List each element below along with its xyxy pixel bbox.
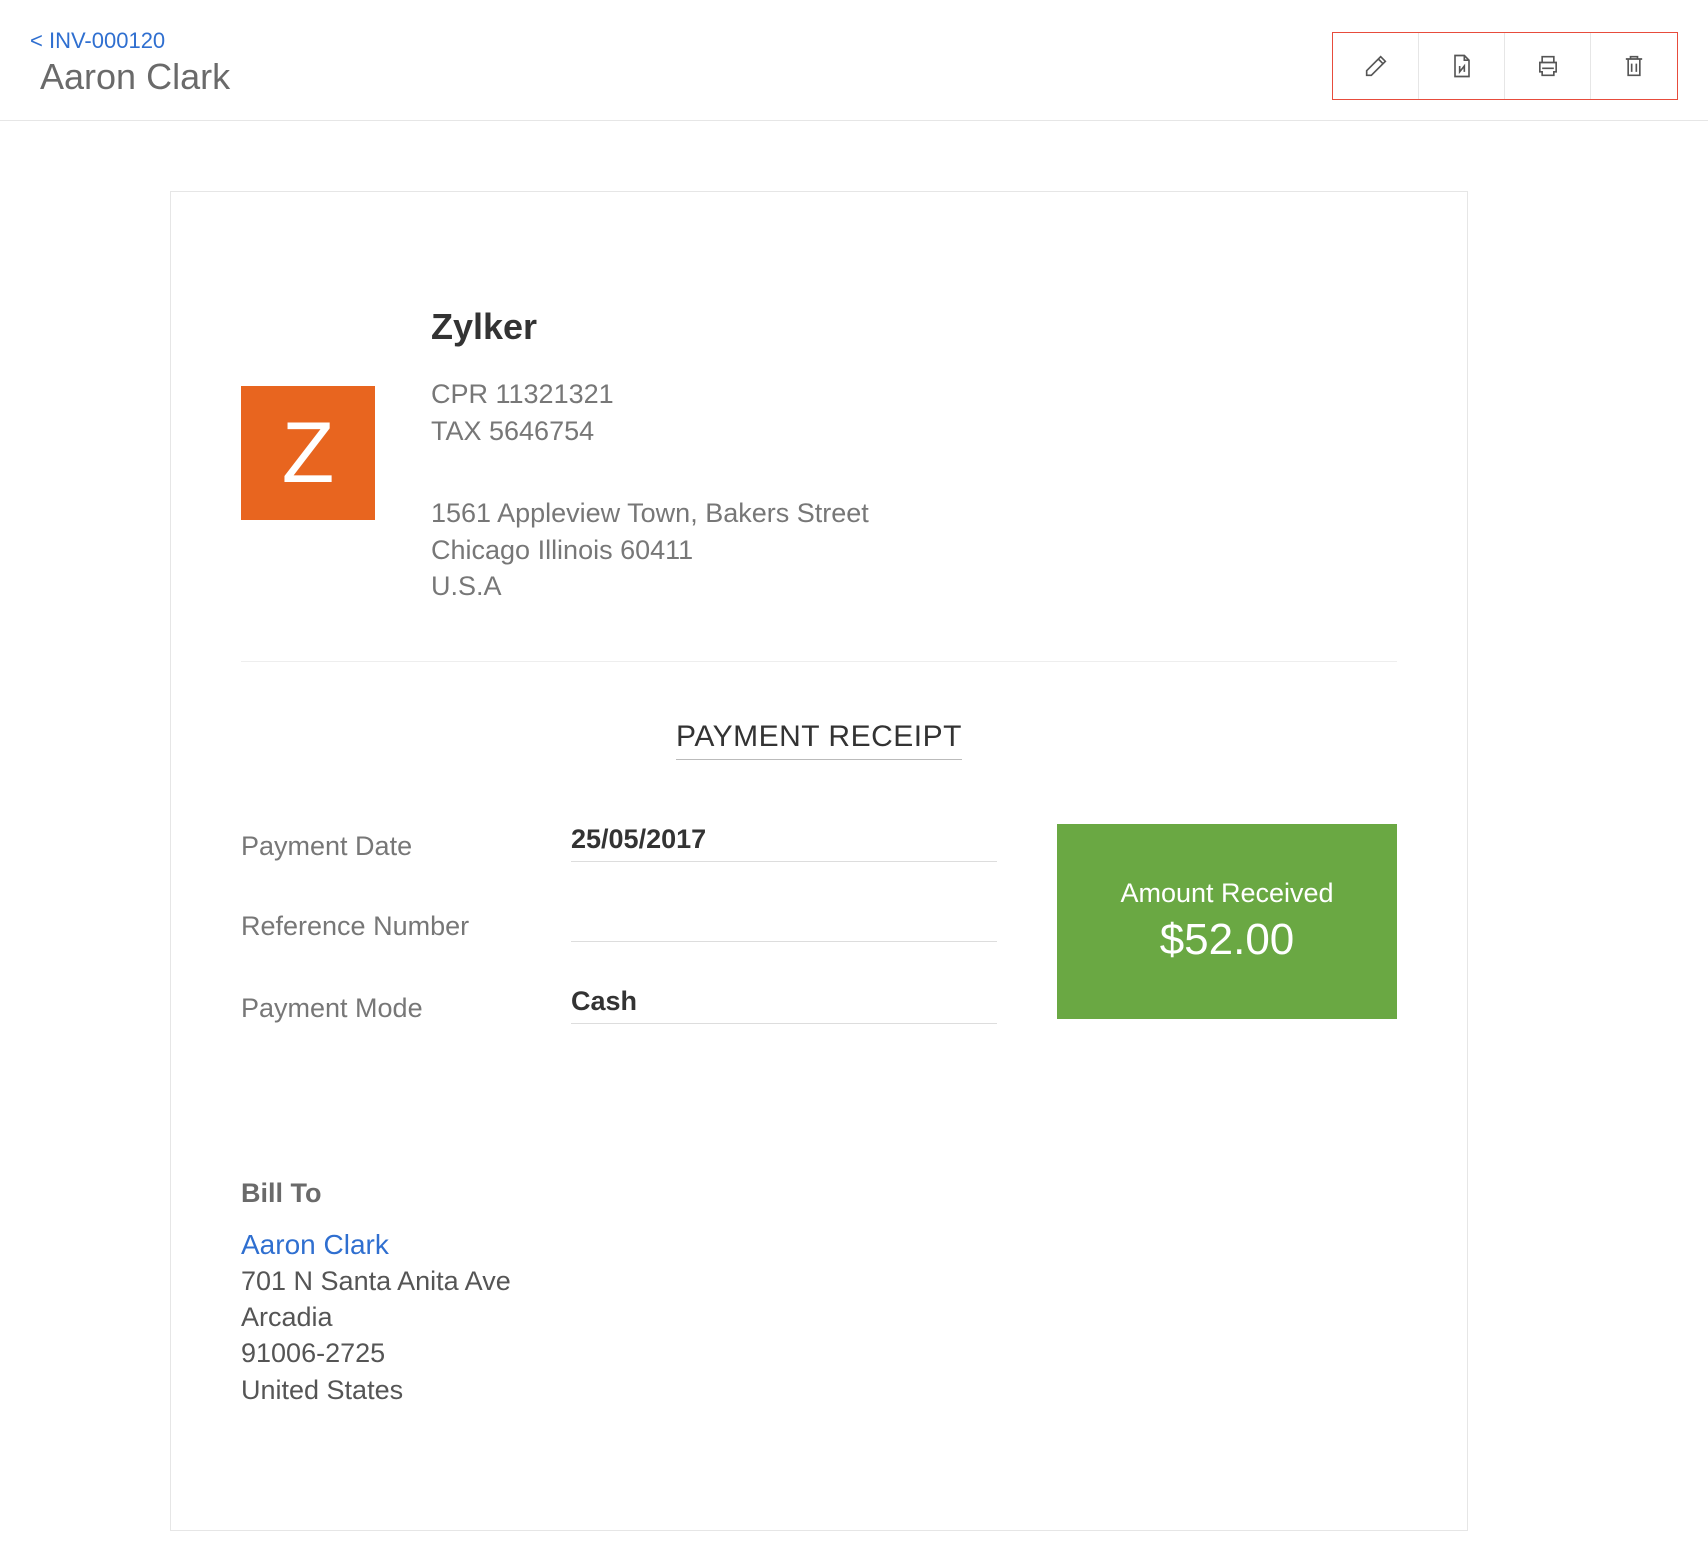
company-address: 1561 Appleview Town, Bakers Street Chica… bbox=[431, 495, 869, 604]
bill-to-heading: Bill To bbox=[241, 1178, 1397, 1209]
address-line-3: U.S.A bbox=[431, 568, 869, 604]
detail-payment-mode: Payment Mode Cash bbox=[241, 986, 997, 1024]
bill-to-address-line-2: Arcadia bbox=[241, 1299, 1397, 1335]
breadcrumb-link[interactable]: < INV-000120 bbox=[30, 28, 165, 53]
label-payment-date: Payment Date bbox=[241, 831, 571, 862]
document-container: Z Zylker CPR 11321321 TAX 5646754 1561 A… bbox=[0, 121, 1708, 1531]
receipt-title: PAYMENT RECEIPT bbox=[241, 720, 1397, 754]
amount-received-box: Amount Received $52.00 bbox=[1057, 824, 1397, 1019]
company-name: Zylker bbox=[431, 302, 869, 352]
tax-line: TAX 5646754 bbox=[431, 413, 869, 449]
detail-reference-number: Reference Number bbox=[241, 906, 997, 942]
value-reference-number bbox=[571, 906, 997, 942]
details-table: Payment Date 25/05/2017 Reference Number… bbox=[241, 824, 997, 1068]
trash-icon bbox=[1620, 52, 1648, 80]
toolbar bbox=[1332, 32, 1678, 100]
pdf-button[interactable] bbox=[1419, 33, 1505, 99]
company-logo: Z bbox=[241, 386, 375, 520]
bill-to-address: 701 N Santa Anita Ave Arcadia 91006-2725… bbox=[241, 1263, 1397, 1409]
print-button[interactable] bbox=[1505, 33, 1591, 99]
page-header: < INV-000120 Aaron Clark bbox=[0, 0, 1708, 121]
header-left: < INV-000120 Aaron Clark bbox=[30, 28, 230, 98]
print-icon bbox=[1534, 52, 1562, 80]
address-line-1: 1561 Appleview Town, Bakers Street bbox=[431, 495, 869, 531]
cpr-line: CPR 11321321 bbox=[431, 376, 869, 412]
page-title: Aaron Clark bbox=[40, 56, 230, 98]
bill-to-customer-link[interactable]: Aaron Clark bbox=[241, 1229, 389, 1261]
bill-to-block: Bill To Aaron Clark 701 N Santa Anita Av… bbox=[241, 1178, 1397, 1409]
amount-received-label: Amount Received bbox=[1077, 878, 1377, 909]
receipt-title-text: PAYMENT RECEIPT bbox=[676, 720, 962, 760]
address-line-2: Chicago Illinois 60411 bbox=[431, 532, 869, 568]
label-reference-number: Reference Number bbox=[241, 911, 571, 942]
bill-to-address-line-4: United States bbox=[241, 1372, 1397, 1408]
details-row: Payment Date 25/05/2017 Reference Number… bbox=[241, 824, 1397, 1068]
receipt-document: Z Zylker CPR 11321321 TAX 5646754 1561 A… bbox=[170, 191, 1468, 1531]
edit-button[interactable] bbox=[1333, 33, 1419, 99]
value-payment-mode: Cash bbox=[571, 986, 997, 1024]
value-payment-date: 25/05/2017 bbox=[571, 824, 997, 862]
amount-received-value: $52.00 bbox=[1077, 915, 1377, 965]
pencil-icon bbox=[1362, 52, 1390, 80]
bill-to-address-line-1: 701 N Santa Anita Ave bbox=[241, 1263, 1397, 1299]
bill-to-address-line-3: 91006-2725 bbox=[241, 1335, 1397, 1371]
pdf-icon bbox=[1448, 52, 1476, 80]
tax-ids: CPR 11321321 TAX 5646754 bbox=[431, 376, 869, 449]
label-payment-mode: Payment Mode bbox=[241, 993, 571, 1024]
detail-payment-date: Payment Date 25/05/2017 bbox=[241, 824, 997, 862]
company-block: Z Zylker CPR 11321321 TAX 5646754 1561 A… bbox=[241, 302, 1397, 662]
delete-button[interactable] bbox=[1591, 33, 1677, 99]
company-info: Zylker CPR 11321321 TAX 5646754 1561 App… bbox=[431, 302, 869, 605]
